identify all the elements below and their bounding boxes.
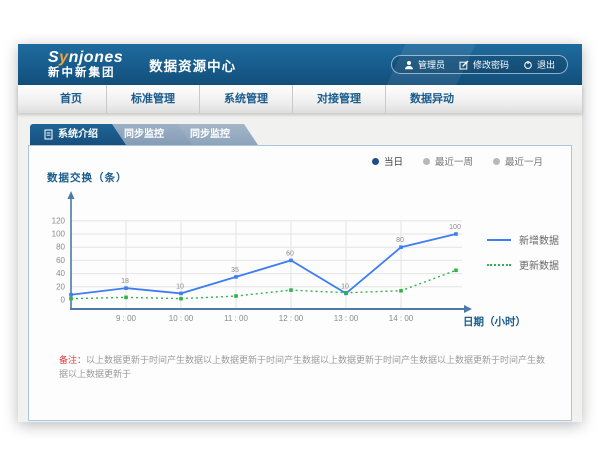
- main-navigation: 首页 标准管理 系统管理 对接管理 数据异动: [18, 85, 582, 113]
- footnote: 备注：以上数据更新于时间产生数据以上数据更新于时间产生数据以上数据更新于时间产生…: [59, 354, 551, 381]
- change-password-button[interactable]: 修改密码: [459, 58, 509, 71]
- tab-bar: 系统介绍 同步监控 同步监控: [30, 124, 572, 145]
- nav-item-data-change[interactable]: 数据异动: [385, 85, 478, 113]
- svg-text:10: 10: [176, 283, 184, 290]
- chart-panel: 当日 最近一周 最近一月 数据交换（条） 0 20 40 60 80 100 120 9 : …: [28, 145, 572, 421]
- filter-last-month[interactable]: 最近一月: [493, 154, 543, 168]
- footnote-text: 以上数据更新于时间产生数据以上数据更新于时间产生数据以上数据更新于时间产生数据以…: [59, 355, 545, 379]
- svg-text:10: 10: [341, 283, 349, 290]
- logo-company-name: 新中新集团: [48, 67, 123, 79]
- legend-label-updated-data: 更新数据: [519, 257, 559, 272]
- svg-text:80: 80: [396, 237, 404, 244]
- svg-text:120: 120: [52, 216, 66, 225]
- admin-user-label: 管理员: [418, 58, 445, 71]
- svg-text:12 : 00: 12 : 00: [279, 314, 304, 323]
- nav-item-system-mgmt[interactable]: 系统管理: [199, 85, 292, 113]
- app-header: Synjones 新中新集团 数据资源中心 管理员 修改密码 退出: [18, 44, 582, 85]
- y-axis-title: 数据交换（条）: [47, 170, 128, 185]
- tab-sync-monitor-2-label: 同步监控: [190, 124, 230, 145]
- admin-user-button[interactable]: 管理员: [404, 58, 445, 71]
- legend-item-new-data: 新增数据: [487, 232, 559, 247]
- logout-label: 退出: [537, 58, 555, 71]
- legend-label-new-data: 新增数据: [519, 232, 559, 247]
- svg-text:9 : 00: 9 : 00: [116, 314, 137, 323]
- page-title: 数据资源中心: [149, 55, 236, 75]
- radio-dot-icon: [372, 158, 379, 165]
- line-chart: 0 20 40 60 80 100 120 9 : 00 10 : 00 11 : 00 12 : …: [41, 188, 477, 346]
- svg-text:14 : 00: 14 : 00: [389, 314, 414, 323]
- user-menu: 管理员 修改密码 退出: [391, 55, 568, 74]
- svg-text:100: 100: [52, 230, 66, 239]
- power-icon: [523, 60, 533, 70]
- svg-text:35: 35: [231, 267, 239, 274]
- logout-button[interactable]: 退出: [523, 58, 555, 71]
- filter-today-label: 当日: [384, 154, 403, 168]
- svg-text:60: 60: [286, 250, 294, 257]
- legend-item-updated-data: 更新数据: [487, 257, 559, 272]
- filter-last-month-label: 最近一月: [505, 154, 543, 168]
- svg-text:60: 60: [56, 256, 65, 265]
- filter-today[interactable]: 当日: [372, 154, 403, 168]
- chart-legend: 新增数据 更新数据: [487, 232, 559, 272]
- svg-text:80: 80: [56, 243, 65, 252]
- svg-text:0: 0: [61, 296, 66, 305]
- x-axis-title: 日期（小时）: [463, 314, 526, 329]
- svg-text:18: 18: [121, 278, 129, 285]
- svg-text:40: 40: [56, 269, 65, 278]
- tab-sync-monitor-1-label: 同步监控: [124, 124, 164, 145]
- svg-text:100: 100: [449, 224, 461, 231]
- svg-text:13 : 00: 13 : 00: [334, 314, 359, 323]
- solid-line-icon: [487, 239, 511, 241]
- dotted-line-icon: [487, 264, 511, 266]
- logo-brand-text: Synjones: [48, 50, 123, 67]
- change-password-label: 修改密码: [473, 58, 509, 71]
- document-icon: [44, 129, 53, 140]
- radio-dot-icon: [423, 158, 430, 165]
- time-range-filter: 当日 最近一周 最近一月: [372, 154, 543, 168]
- tab-system-intro-label: 系统介绍: [58, 124, 98, 145]
- filter-last-week[interactable]: 最近一周: [423, 154, 473, 168]
- svg-text:20: 20: [56, 282, 65, 291]
- nav-item-standard-mgmt[interactable]: 标准管理: [106, 85, 199, 113]
- footnote-prefix: 备注：: [59, 355, 86, 365]
- user-icon: [404, 60, 414, 70]
- edit-icon: [459, 60, 469, 70]
- content-area: 系统介绍 同步监控 同步监控 当日 最近一周: [18, 113, 582, 422]
- company-logo: Synjones 新中新集团: [48, 50, 123, 79]
- nav-item-interface-mgmt[interactable]: 对接管理: [292, 85, 385, 113]
- tab-system-intro[interactable]: 系统介绍: [30, 124, 126, 145]
- logo-text-accent: y: [59, 49, 68, 66]
- filter-last-week-label: 最近一周: [435, 154, 473, 168]
- logo-text-post: njones: [69, 49, 124, 66]
- svg-text:11 : 00: 11 : 00: [224, 314, 248, 323]
- app-window: Synjones 新中新集团 数据资源中心 管理员 修改密码 退出: [18, 44, 582, 422]
- logo-text-pre: S: [48, 49, 59, 66]
- nav-item-home[interactable]: 首页: [36, 85, 106, 113]
- radio-dot-icon: [493, 158, 500, 165]
- svg-text:10 : 00: 10 : 00: [169, 314, 194, 323]
